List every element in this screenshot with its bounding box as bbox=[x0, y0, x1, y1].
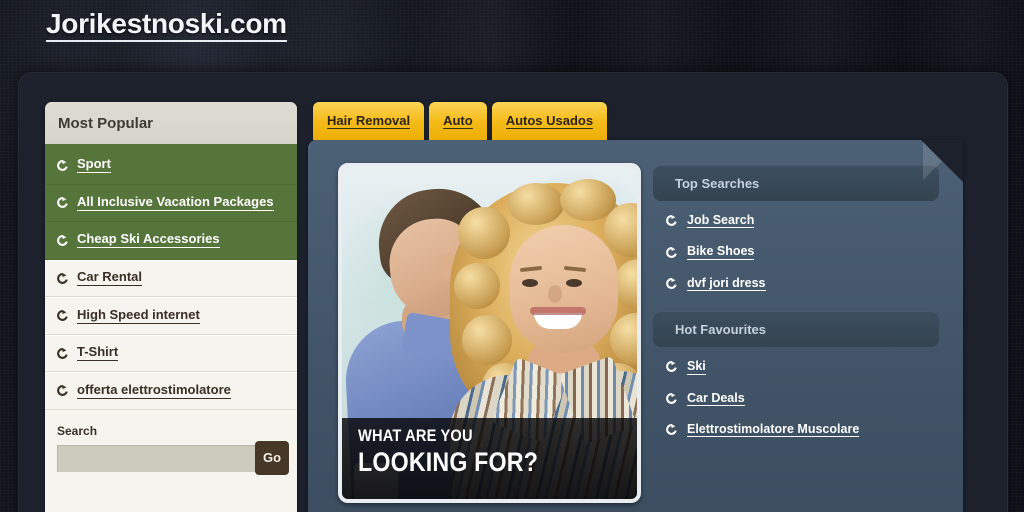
circular-arrow-icon bbox=[665, 392, 678, 405]
widget-column: Top Searches Job Search Bike Shoes dvf jori… bbox=[653, 165, 939, 457]
widget-link[interactable]: dvf jori dress bbox=[665, 275, 939, 292]
search-row: Go bbox=[57, 440, 289, 475]
circular-arrow-icon bbox=[56, 234, 69, 247]
search-block: Search Go bbox=[45, 409, 297, 512]
widget-link-label: dvf jori dress bbox=[687, 275, 766, 292]
tab-label: Autos Usados bbox=[505, 113, 594, 129]
sidebar-item[interactable]: Sport bbox=[45, 147, 297, 185]
circular-arrow-icon bbox=[665, 214, 678, 227]
sidebar-item[interactable]: Car Rental bbox=[45, 259, 297, 297]
content-panel: WHAT ARE YOU LOOKING FOR? Top Searches Jo… bbox=[308, 140, 963, 512]
widget-link[interactable]: Job Search bbox=[665, 213, 939, 229]
site-title-text: Jorikestnoski.com bbox=[46, 8, 287, 42]
widget-link[interactable]: Car Deals bbox=[665, 391, 939, 406]
hero-caption-line1: WHAT ARE YOU bbox=[358, 426, 473, 445]
widget-title: Top Searches bbox=[653, 165, 939, 201]
sidebar-item[interactable]: All Inclusive Vacation Packages bbox=[45, 184, 297, 222]
tab[interactable]: Autos Usados bbox=[491, 102, 608, 140]
circular-arrow-icon bbox=[665, 277, 678, 290]
photo-woman-curl bbox=[508, 183, 564, 225]
tab-bar: Hair Removal Auto Autos Usados bbox=[313, 102, 608, 140]
hero-caption-line2: LOOKING FOR? bbox=[358, 446, 539, 477]
widget: Top Searches Job Search Bike Shoes dvf jori… bbox=[653, 165, 939, 292]
sidebar-item-label: Sport bbox=[77, 156, 111, 174]
search-go-button[interactable]: Go bbox=[255, 440, 289, 475]
photo-woman-nose bbox=[548, 285, 562, 303]
sidebar-header: Most Popular bbox=[45, 102, 297, 147]
sidebar-item-label: High Speed internet bbox=[77, 306, 200, 324]
sidebar-item-label: Cheap Ski Accessories bbox=[77, 231, 220, 249]
sidebar-item[interactable]: High Speed internet bbox=[45, 297, 297, 335]
hero-caption: WHAT ARE YOU LOOKING FOR? bbox=[342, 418, 637, 499]
widget-link-label: Job Search bbox=[687, 213, 755, 229]
widget-link-label: Bike Shoes bbox=[687, 244, 755, 260]
widget-link[interactable]: Ski bbox=[665, 359, 939, 375]
sidebar-item[interactable]: T-Shirt bbox=[45, 334, 297, 372]
widget-link-label: Elettrostimolatore Muscolare bbox=[687, 421, 860, 438]
photo-woman-eye bbox=[522, 279, 538, 287]
photo-woman-curl bbox=[458, 207, 510, 259]
widget-link-list: Job Search Bike Shoes dvf jori dress bbox=[653, 201, 939, 292]
site-title: Jorikestnoski.com bbox=[46, 8, 287, 42]
circular-arrow-icon bbox=[665, 360, 678, 373]
sidebar-item-label: Car Rental bbox=[77, 269, 143, 287]
hero-image: WHAT ARE YOU LOOKING FOR? bbox=[338, 163, 641, 503]
main-container: Most Popular Sport All Inclusive Vacation… bbox=[18, 72, 1008, 512]
circular-arrow-icon bbox=[56, 159, 69, 172]
photo-woman-curl bbox=[454, 263, 500, 309]
sidebar: Most Popular Sport All Inclusive Vacation… bbox=[45, 102, 297, 512]
circular-arrow-icon bbox=[56, 384, 69, 397]
search-input[interactable] bbox=[57, 444, 269, 472]
sidebar-item-list: Sport All Inclusive Vacation Packages Chea… bbox=[45, 147, 297, 410]
photo-woman-curl bbox=[462, 315, 512, 365]
sidebar-item-label: All Inclusive Vacation Packages bbox=[77, 193, 274, 211]
widget: Hot Favourites Ski Car Deals Elettrostimola… bbox=[653, 311, 939, 438]
circular-arrow-icon bbox=[56, 347, 69, 360]
circular-arrow-icon bbox=[56, 272, 69, 285]
widget-link-label: Car Deals bbox=[687, 390, 745, 406]
widget-title: Hot Favourites bbox=[653, 311, 939, 348]
sidebar-item[interactable]: Cheap Ski Accessories bbox=[45, 222, 297, 260]
circular-arrow-icon bbox=[56, 196, 69, 209]
photo-woman-face bbox=[510, 225, 618, 353]
widget-link[interactable]: Bike Shoes bbox=[665, 244, 939, 260]
circular-arrow-icon bbox=[665, 423, 678, 436]
tab[interactable]: Auto bbox=[429, 102, 487, 140]
tab-label: Hair Removal bbox=[327, 113, 411, 129]
sidebar-item-label: T-Shirt bbox=[77, 344, 119, 362]
search-label: Search bbox=[57, 423, 98, 438]
circular-arrow-icon bbox=[665, 246, 678, 259]
widget-link-list: Ski Car Deals Elettrostimolatore Muscolare bbox=[653, 347, 939, 438]
sidebar-item-label: offerta elettrostimolatore bbox=[77, 381, 231, 399]
page-fold-corner bbox=[921, 140, 963, 182]
photo-woman-eye bbox=[566, 279, 582, 287]
sidebar-item[interactable]: offerta elettrostimolatore bbox=[45, 372, 297, 410]
photo-woman-curl bbox=[560, 179, 616, 221]
tab[interactable]: Hair Removal bbox=[313, 102, 425, 140]
widget-link-label: Ski bbox=[687, 359, 706, 375]
tab-label: Auto bbox=[443, 113, 473, 129]
circular-arrow-icon bbox=[56, 309, 69, 322]
widget-link[interactable]: Elettrostimolatore Muscolare bbox=[665, 421, 939, 438]
